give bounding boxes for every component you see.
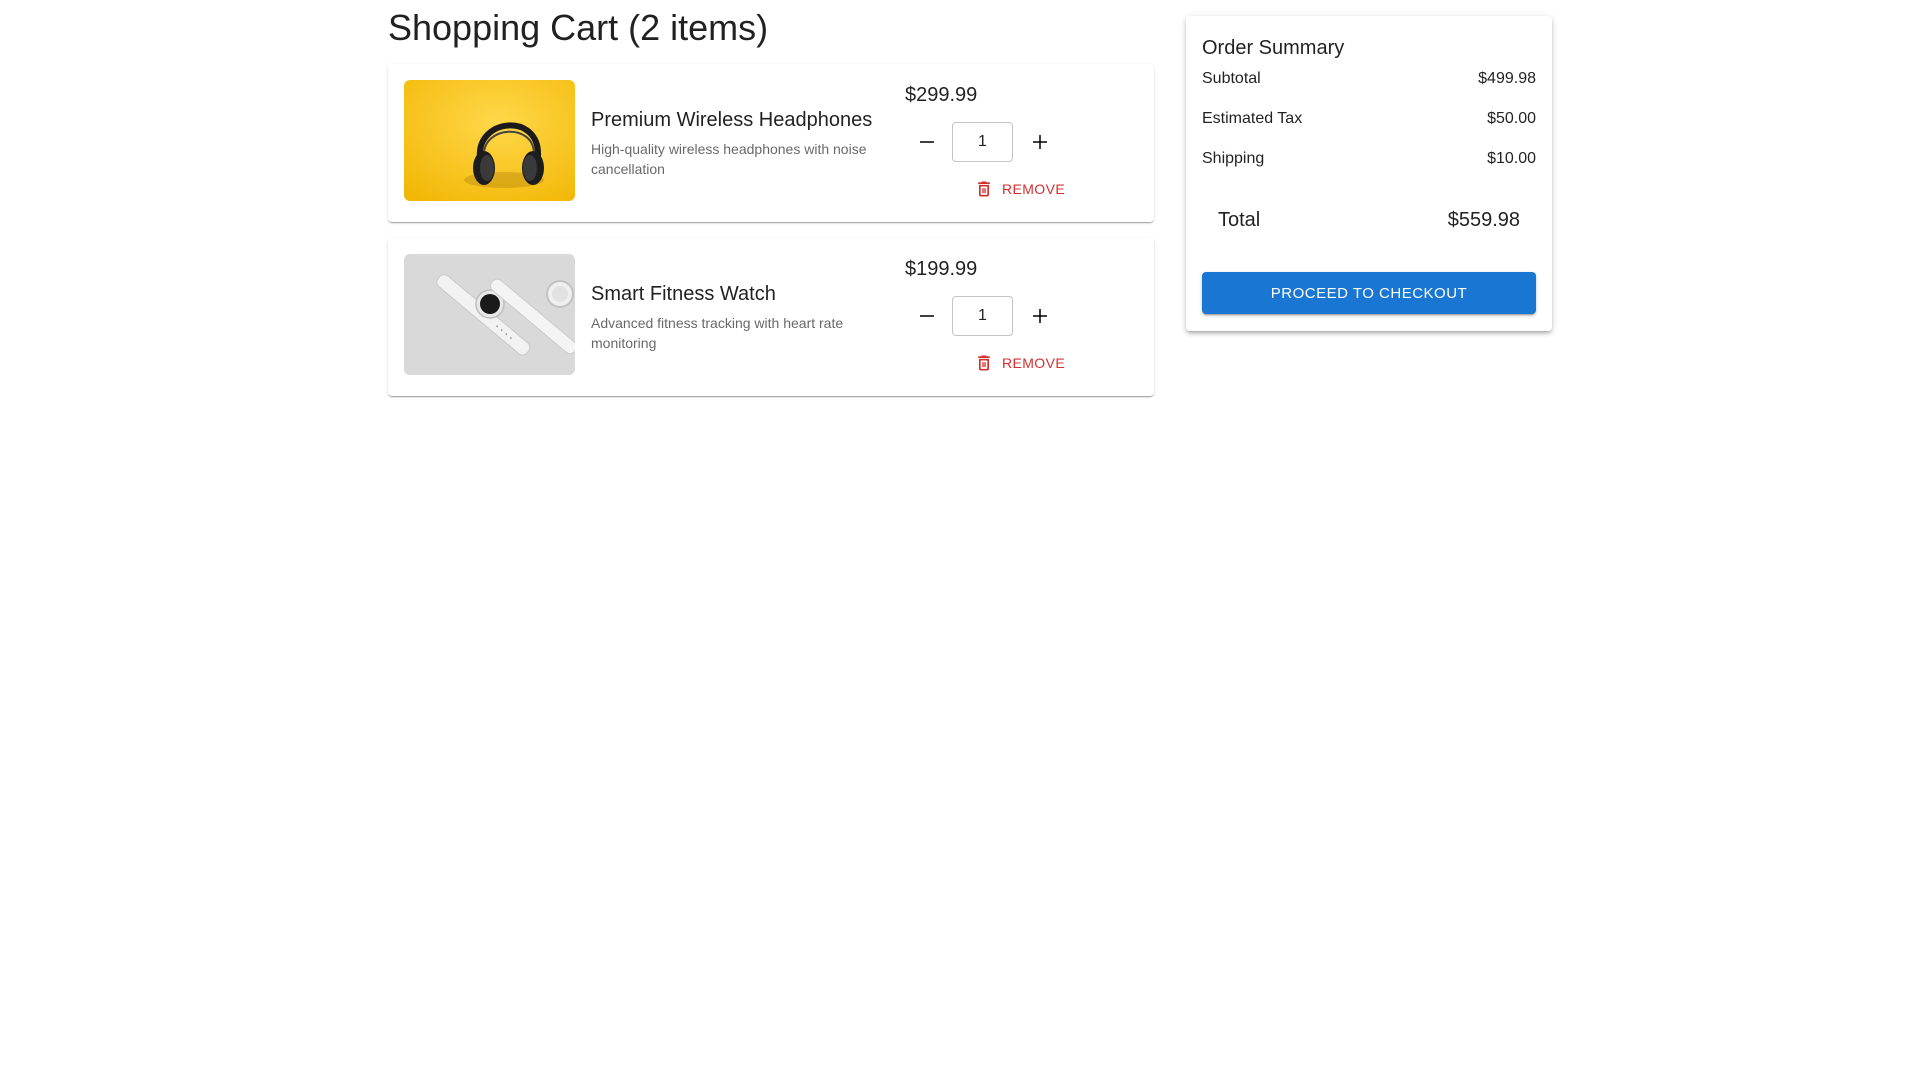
item-description: Advanced fitness tracking with heart rat… bbox=[591, 315, 844, 351]
order-summary-card: Order Summary Subtotal $499.98 Estimated… bbox=[1186, 16, 1552, 331]
item-info: Premium Wireless Headphones High-quality… bbox=[591, 107, 891, 179]
cart-item: Premium Wireless Headphones High-quality… bbox=[388, 64, 1154, 222]
plus-icon bbox=[1033, 309, 1047, 323]
trash-icon bbox=[978, 181, 990, 197]
headphones-photo-icon bbox=[404, 80, 575, 201]
item-name: Smart Fitness Watch bbox=[591, 283, 776, 305]
product-image-headphones bbox=[404, 80, 575, 201]
item-info: Smart Fitness Watch Advanced fitness tra… bbox=[591, 281, 891, 353]
subtotal-row: Subtotal $499.98 bbox=[1202, 67, 1536, 91]
trash-icon bbox=[978, 355, 990, 371]
tax-row: Estimated Tax $50.00 bbox=[1202, 107, 1536, 131]
total-row: Total $559.98 bbox=[1202, 206, 1536, 234]
remove-label: Remove bbox=[1002, 181, 1066, 197]
decrease-quantity-button[interactable] bbox=[907, 296, 947, 336]
total-label: Total bbox=[1218, 209, 1261, 231]
shipping-row: Shipping $10.00 bbox=[1202, 147, 1536, 171]
cart-item: Smart Fitness Watch Advanced fitness tra… bbox=[388, 238, 1154, 396]
cart-list: Premium Wireless Headphones High-quality… bbox=[388, 64, 1154, 396]
smartwatch-photo-icon bbox=[404, 254, 575, 375]
quantity-input[interactable] bbox=[952, 296, 1013, 336]
tax-value: $50.00 bbox=[1487, 110, 1536, 127]
increase-quantity-button[interactable] bbox=[1020, 122, 1060, 162]
total-value: $559.98 bbox=[1447, 209, 1520, 231]
checkout-button[interactable]: Proceed to Checkout bbox=[1202, 272, 1536, 314]
remove-label: Remove bbox=[1002, 355, 1066, 371]
shipping-label: Shipping bbox=[1202, 150, 1265, 167]
item-description: High-quality wireless headphones with no… bbox=[591, 141, 867, 177]
decrease-quantity-button[interactable] bbox=[907, 122, 947, 162]
order-summary-title: Order Summary bbox=[1202, 37, 1345, 59]
item-price-block: $299.99 1 REMOVE bbox=[905, 82, 1145, 197]
cart-page: Shopping Cart (2 items) Premium Wireless… bbox=[388, 0, 1552, 420]
quantity-input[interactable] bbox=[952, 122, 1013, 162]
item-price-block: $199.99 1 REMOVE bbox=[905, 256, 1145, 371]
page-title: Shopping Cart (2 items) bbox=[388, 7, 769, 48]
item-price: $299.99 bbox=[905, 84, 978, 106]
tax-label: Estimated Tax bbox=[1202, 110, 1303, 127]
remove-button[interactable]: Remove bbox=[970, 174, 1069, 204]
plus-icon bbox=[1033, 135, 1047, 149]
item-price: $199.99 bbox=[905, 258, 978, 280]
quantity-stepper bbox=[905, 296, 1060, 336]
product-image-watch bbox=[404, 254, 575, 375]
cart-column: Shopping Cart (2 items) Premium Wireless… bbox=[388, 0, 1154, 412]
subtotal-value: $499.98 bbox=[1478, 70, 1536, 87]
minus-icon bbox=[920, 141, 934, 143]
quantity-stepper bbox=[905, 122, 1060, 162]
minus-icon bbox=[920, 315, 934, 317]
remove-button[interactable]: Remove bbox=[970, 348, 1069, 378]
shipping-value: $10.00 bbox=[1487, 150, 1536, 167]
increase-quantity-button[interactable] bbox=[1020, 296, 1060, 336]
item-name: Premium Wireless Headphones bbox=[591, 109, 873, 131]
subtotal-label: Subtotal bbox=[1202, 70, 1261, 87]
